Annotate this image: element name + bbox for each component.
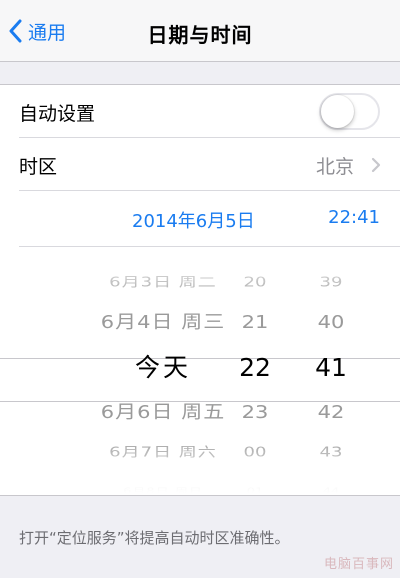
watermark: 电脑百事网	[323, 557, 394, 572]
picker-date-item[interactable]: 6月4日 周三	[101, 313, 225, 331]
timezone-value: 北京	[315, 156, 354, 178]
picker-hour-item[interactable]: 00	[244, 446, 267, 460]
picker-minute-item[interactable]: 40	[318, 313, 345, 331]
picker-minute-item[interactable]: 41	[315, 355, 347, 380]
picker-minute-item[interactable]: 39	[320, 276, 343, 290]
current-time: 22:41	[328, 207, 380, 228]
picker-date-item[interactable]: 今天	[135, 355, 191, 380]
picker-date-item[interactable]: 6月6日 周五	[101, 403, 225, 421]
auto-set-label: 自动设置	[19, 103, 96, 125]
date-time-picker[interactable]: 6月2日 周一6月3日 周二6月4日 周三今天6月6日 周五6月7日 周六6月8…	[0, 247, 400, 493]
navigation-bar: 通用 日期与时间	[0, 0, 400, 62]
current-datetime-row[interactable]: 2014年6月5日 22:41	[0, 191, 400, 246]
page-title: 日期与时间	[147, 23, 253, 47]
auto-set-toggle[interactable]	[319, 93, 380, 130]
picker-hour-item[interactable]: 22	[239, 355, 271, 380]
picker-hour-item[interactable]: 01	[247, 487, 264, 493]
picker-minute-item[interactable]: 43	[320, 446, 343, 460]
settings-group: 自动设置 时区 北京 2014年6月5日 22:41 6月2日 周一6月3日 周…	[0, 84, 400, 496]
picker-date-item[interactable]: 6月3日 周二	[109, 276, 217, 290]
timezone-row[interactable]: 时区 北京	[0, 138, 400, 191]
current-date: 2014年6月5日	[132, 211, 255, 232]
picker-date-item[interactable]: 6月8日 周日	[123, 487, 203, 493]
picker-hour-item[interactable]: 23	[242, 403, 269, 421]
picker-minute-item[interactable]: 42	[318, 403, 345, 421]
picker-minute-item[interactable]: 44	[323, 487, 340, 493]
auto-set-row: 自动设置	[0, 85, 400, 138]
picker-date-item[interactable]: 6月7日 周六	[109, 446, 217, 460]
location-footer-note: 打开“定位服务”将提高自动时区准确性。	[19, 529, 290, 547]
picker-hour-item[interactable]: 21	[242, 313, 269, 331]
timezone-label: 时区	[19, 156, 58, 178]
toggle-knob	[321, 95, 354, 128]
picker-hour-item[interactable]: 20	[244, 276, 267, 290]
chevron-right-icon	[371, 157, 381, 173]
